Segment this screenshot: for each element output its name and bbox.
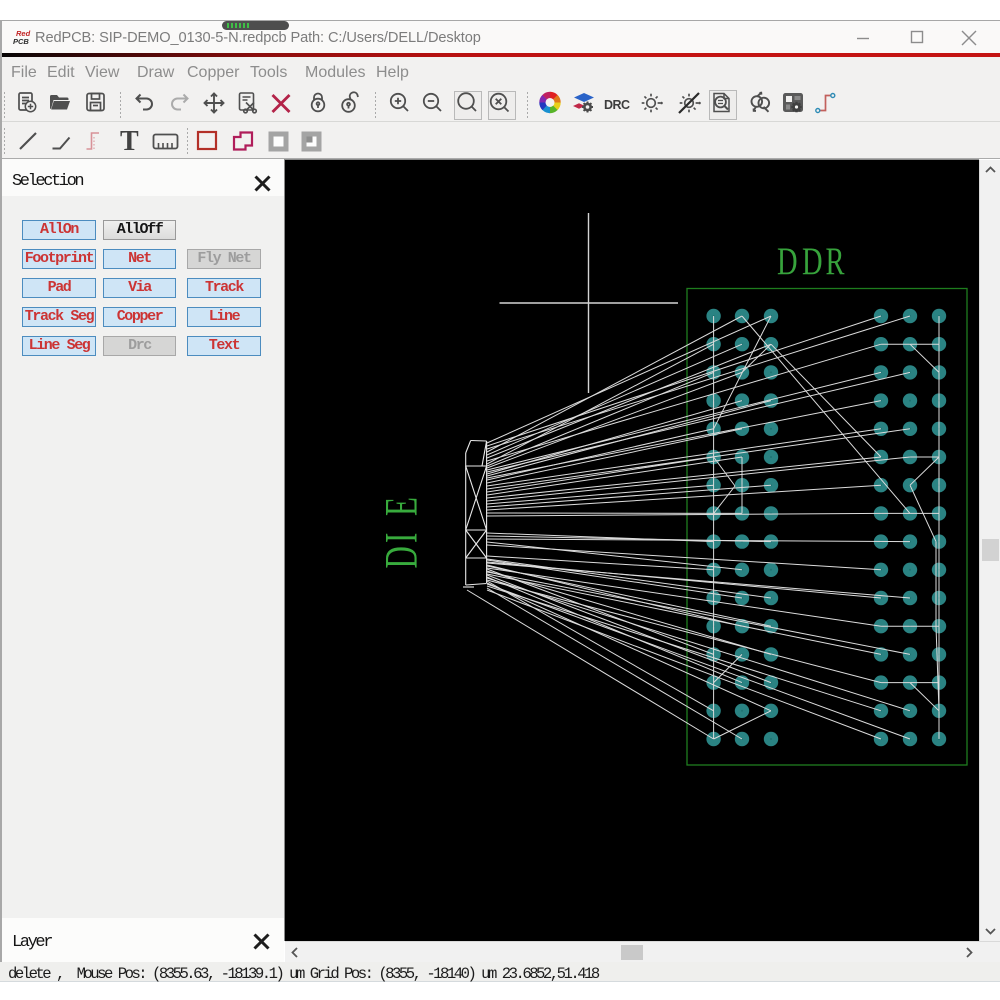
svg-text:D: D <box>777 241 798 283</box>
svg-text:PCB: PCB <box>13 37 29 45</box>
svg-text:D: D <box>375 546 427 568</box>
svg-text:I: I <box>375 533 427 543</box>
svg-text:D: D <box>802 241 823 283</box>
svg-text:DRC: DRC <box>604 98 630 112</box>
svg-text:E: E <box>375 497 427 516</box>
svg-text:R: R <box>826 241 845 283</box>
svg-text:T: T <box>120 128 139 154</box>
